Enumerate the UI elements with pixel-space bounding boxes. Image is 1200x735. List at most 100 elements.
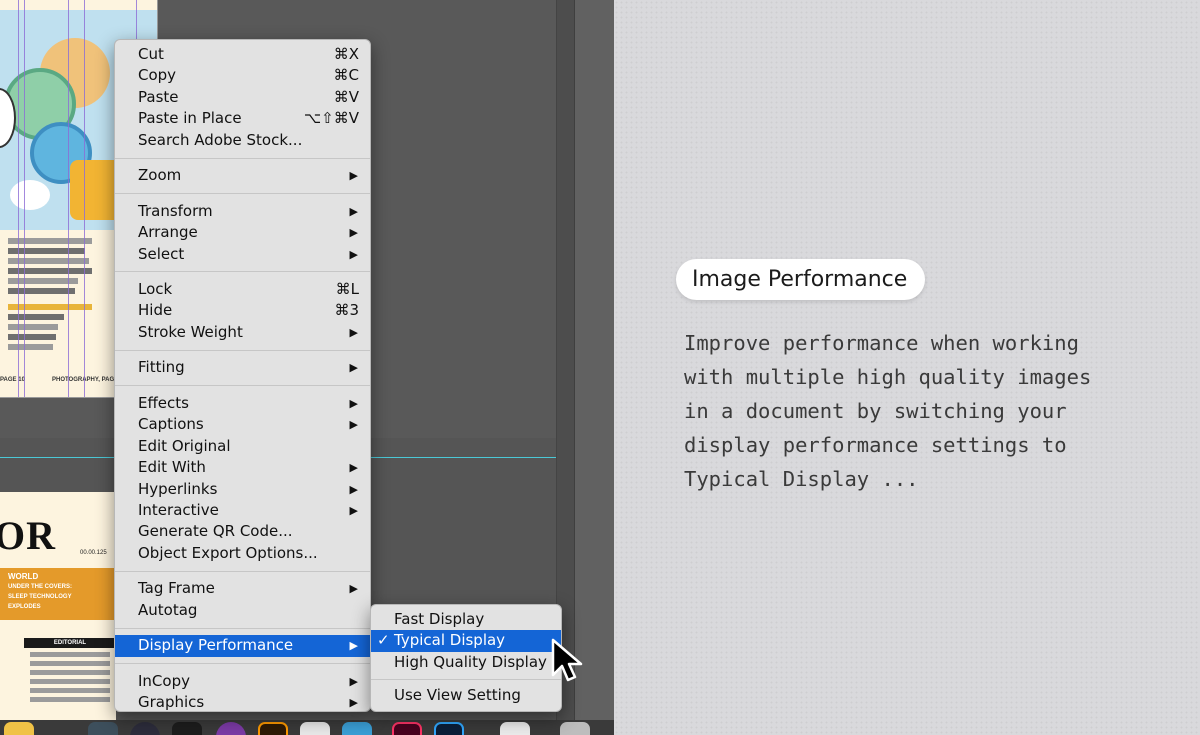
dock bbox=[0, 720, 614, 735]
feature-description: Improve performance when working with mu… bbox=[684, 331, 1092, 491]
menu-item-hide[interactable]: Hide ⌘3 bbox=[115, 300, 370, 321]
menu-item-graphics[interactable]: Graphics ▶ bbox=[115, 692, 370, 713]
page-folio-right: PHOTOGRAPHY, PAGE bbox=[52, 377, 119, 383]
menu-separator bbox=[115, 627, 370, 629]
display-performance-submenu: Fast Display ✓ Typical Display High Quality… bbox=[370, 604, 562, 712]
menu-item-label: Lock bbox=[138, 280, 173, 299]
menu-item-incopy[interactable]: InCopy ▶ bbox=[115, 671, 370, 692]
menu-item-label: Edit With bbox=[138, 458, 206, 477]
submenu-item-use-view-setting[interactable]: Use View Setting bbox=[371, 685, 561, 706]
menu-separator bbox=[115, 349, 370, 351]
menu-shortcut: ⌘3 bbox=[334, 301, 359, 320]
submenu-arrow-icon: ▶ bbox=[349, 639, 358, 653]
dock-app-icon[interactable] bbox=[4, 722, 34, 735]
menu-item-copy[interactable]: Copy ⌘C bbox=[115, 65, 370, 86]
dock-app-icon[interactable] bbox=[172, 722, 202, 735]
menu-item-search-adobe-stock[interactable]: Search Adobe Stock... bbox=[115, 130, 370, 151]
menu-item-label: Fitting bbox=[138, 358, 185, 377]
submenu-arrow-icon: ▶ bbox=[349, 325, 358, 339]
submenu-item-fast-display[interactable]: Fast Display bbox=[371, 609, 561, 630]
mouse-pointer-icon bbox=[551, 638, 583, 682]
submenu-arrow-icon: ▶ bbox=[349, 582, 358, 596]
submenu-item-label: High Quality Display bbox=[394, 652, 547, 671]
menu-item-paste[interactable]: Paste ⌘V bbox=[115, 87, 370, 108]
menu-item-lock[interactable]: Lock ⌘L bbox=[115, 279, 370, 300]
menu-item-label: Arrange bbox=[138, 223, 198, 242]
menu-separator bbox=[115, 157, 370, 159]
menu-item-fitting[interactable]: Fitting ▶ bbox=[115, 357, 370, 378]
dock-app-icon[interactable] bbox=[392, 722, 422, 735]
submenu-item-typical-display[interactable]: ✓ Typical Display bbox=[371, 630, 561, 652]
menu-item-interactive[interactable]: Interactive ▶ bbox=[115, 500, 370, 521]
submenu-arrow-icon: ▶ bbox=[349, 169, 358, 183]
menu-item-arrange[interactable]: Arrange ▶ bbox=[115, 222, 370, 243]
submenu-arrow-icon: ▶ bbox=[349, 418, 358, 432]
submenu-item-label: Use View Setting bbox=[394, 686, 521, 705]
menu-item-generate-qr-code[interactable]: Generate QR Code... bbox=[115, 521, 370, 542]
menu-item-edit-with[interactable]: Edit With ▶ bbox=[115, 457, 370, 478]
page-orange-block: WORLD UNDER THE COVERS: SLEEP TECHNOLOGY… bbox=[0, 568, 116, 620]
menu-item-paste-in-place[interactable]: Paste in Place ⌥⇧⌘V bbox=[115, 108, 370, 129]
dock-app-icon[interactable] bbox=[560, 722, 590, 735]
menu-shortcut: ⌘C bbox=[333, 66, 359, 85]
menu-item-label: Select bbox=[138, 244, 185, 263]
page-editorial-tag: EDITORIAL bbox=[24, 638, 116, 648]
menu-separator bbox=[115, 385, 370, 387]
menu-item-cut[interactable]: Cut ⌘X bbox=[115, 44, 370, 65]
menu-item-label: Cut bbox=[138, 45, 164, 63]
menu-item-autotag[interactable]: Autotag bbox=[115, 600, 370, 621]
orange-line-4: EXPLODES bbox=[8, 604, 41, 610]
submenu-arrow-icon: ▶ bbox=[349, 696, 358, 710]
submenu-arrow-icon: ▶ bbox=[349, 226, 358, 240]
menu-item-stroke-weight[interactable]: Stroke Weight ▶ bbox=[115, 322, 370, 343]
submenu-arrow-icon: ▶ bbox=[349, 674, 358, 688]
feature-title: Image Performance bbox=[676, 259, 926, 300]
menu-shortcut: ⌘X bbox=[333, 45, 359, 63]
menu-item-display-performance[interactable]: Display Performance ▶ bbox=[115, 635, 370, 657]
menu-item-object-export-options[interactable]: Object Export Options... bbox=[115, 543, 370, 564]
menu-item-hyperlinks[interactable]: Hyperlinks ▶ bbox=[115, 479, 370, 500]
submenu-item-label: Typical Display bbox=[394, 631, 506, 650]
menu-item-label: Paste in Place bbox=[138, 109, 242, 128]
submenu-item-high-quality-display[interactable]: High Quality Display bbox=[371, 652, 561, 673]
menu-item-tag-frame[interactable]: Tag Frame ▶ bbox=[115, 578, 370, 599]
menu-separator bbox=[115, 193, 370, 195]
document-page-lower[interactable]: OR 00.00.125 WORLD UNDER THE COVERS: SLE… bbox=[0, 492, 116, 720]
menu-item-effects[interactable]: Effects ▶ bbox=[115, 393, 370, 414]
dock-app-icon[interactable] bbox=[258, 722, 288, 735]
menu-item-label: Edit Original bbox=[138, 436, 231, 455]
menu-item-label: Captions bbox=[138, 415, 204, 434]
dock-app-icon[interactable] bbox=[434, 722, 464, 735]
menu-item-label: Effects bbox=[138, 394, 189, 413]
submenu-arrow-icon: ▶ bbox=[349, 247, 358, 261]
dock-app-icon[interactable] bbox=[500, 722, 530, 735]
context-menu: Cut ⌘X Copy ⌘C Paste ⌘V Paste in Place ⌥⇧⌘V Sear… bbox=[114, 39, 371, 712]
submenu-arrow-icon: ▶ bbox=[349, 204, 358, 218]
menu-shortcut: ⌥⇧⌘V bbox=[303, 109, 359, 128]
submenu-arrow-icon: ▶ bbox=[349, 503, 358, 517]
menu-item-zoom[interactable]: Zoom ▶ bbox=[115, 165, 370, 186]
menu-item-label: Generate QR Code... bbox=[138, 522, 293, 541]
dock-app-icon[interactable] bbox=[130, 722, 160, 735]
menu-item-captions[interactable]: Captions ▶ bbox=[115, 414, 370, 435]
menu-item-label: Paste bbox=[138, 87, 179, 106]
dock-app-icon[interactable] bbox=[88, 722, 118, 735]
dock-app-icon[interactable] bbox=[342, 722, 372, 735]
menu-item-label: Object Export Options... bbox=[138, 543, 318, 562]
submenu-arrow-icon: ▶ bbox=[349, 482, 358, 496]
menu-item-select[interactable]: Select ▶ bbox=[115, 244, 370, 265]
menu-item-label: Hide bbox=[138, 301, 173, 320]
panel-strip bbox=[574, 0, 614, 735]
menu-item-label: Graphics bbox=[138, 693, 205, 712]
menu-item-label: Search Adobe Stock... bbox=[138, 130, 303, 149]
dock-app-icon[interactable] bbox=[216, 722, 246, 735]
menu-item-transform[interactable]: Transform ▶ bbox=[115, 201, 370, 222]
dock-app-icon[interactable] bbox=[300, 722, 330, 735]
menu-item-label: Stroke Weight bbox=[138, 322, 243, 341]
menu-item-label: Interactive bbox=[138, 500, 219, 519]
menu-item-label: Display Performance bbox=[138, 636, 294, 655]
menu-item-edit-original[interactable]: Edit Original bbox=[115, 436, 370, 457]
menu-shortcut: ⌘L bbox=[335, 280, 359, 299]
page-headline: OR bbox=[0, 513, 56, 558]
submenu-arrow-icon: ▶ bbox=[349, 461, 358, 475]
